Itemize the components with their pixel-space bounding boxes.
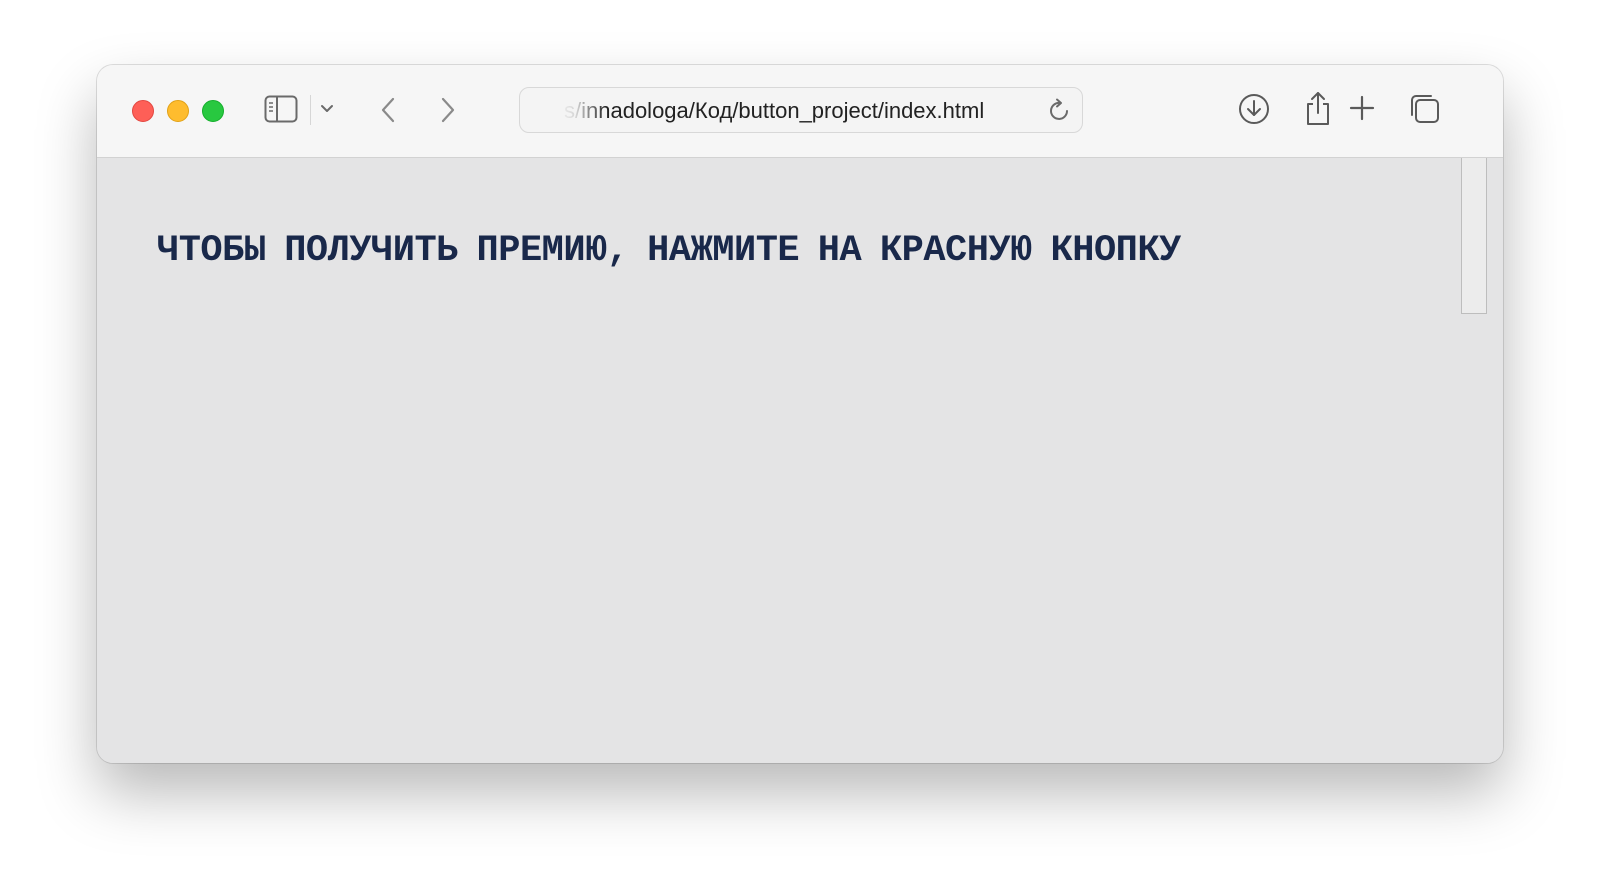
page-content: ЧТОБЫ ПОЛУЧИТЬ ПРЕМИЮ, НАЖМИТЕ НА КРАСНУ… — [97, 158, 1503, 763]
sidebar-icon — [264, 95, 298, 123]
tab-overview-button[interactable] — [1407, 92, 1443, 126]
forward-button[interactable] — [433, 93, 463, 127]
maximize-window-button[interactable] — [202, 100, 224, 122]
browser-toolbar: s/innadologa/Код/button_project/index.ht… — [97, 65, 1503, 158]
tabs-overview-icon — [1411, 95, 1439, 123]
reload-icon — [1050, 98, 1068, 120]
downloads-button[interactable] — [1237, 92, 1271, 126]
sidebar-toggle-button[interactable] — [263, 93, 299, 125]
reload-button[interactable] — [1048, 98, 1072, 122]
chevron-right-icon — [441, 97, 455, 123]
back-button[interactable] — [373, 93, 403, 127]
chevron-down-icon — [321, 105, 333, 112]
minimize-window-button[interactable] — [167, 100, 189, 122]
page-headline: ЧТОБЫ ПОЛУЧИТЬ ПРЕМИЮ, НАЖМИТЕ НА КРАСНУ… — [157, 230, 1181, 272]
browser-window: s/innadologa/Код/button_project/index.ht… — [97, 65, 1503, 763]
download-icon — [1239, 94, 1269, 124]
plus-icon — [1349, 95, 1375, 121]
share-icon — [1307, 92, 1329, 125]
new-tab-button[interactable] — [1347, 93, 1377, 123]
share-button[interactable] — [1302, 89, 1334, 129]
url-text: s/innadologa/Код/button_project/index.ht… — [564, 98, 985, 123]
close-window-button[interactable] — [132, 100, 154, 122]
chevron-left-icon — [381, 97, 395, 123]
address-bar[interactable]: s/innadologa/Код/button_project/index.ht… — [519, 87, 1083, 133]
tab-group-menu-button[interactable] — [317, 99, 337, 119]
toolbar-divider — [310, 95, 311, 125]
scrollbar[interactable] — [1461, 158, 1487, 314]
